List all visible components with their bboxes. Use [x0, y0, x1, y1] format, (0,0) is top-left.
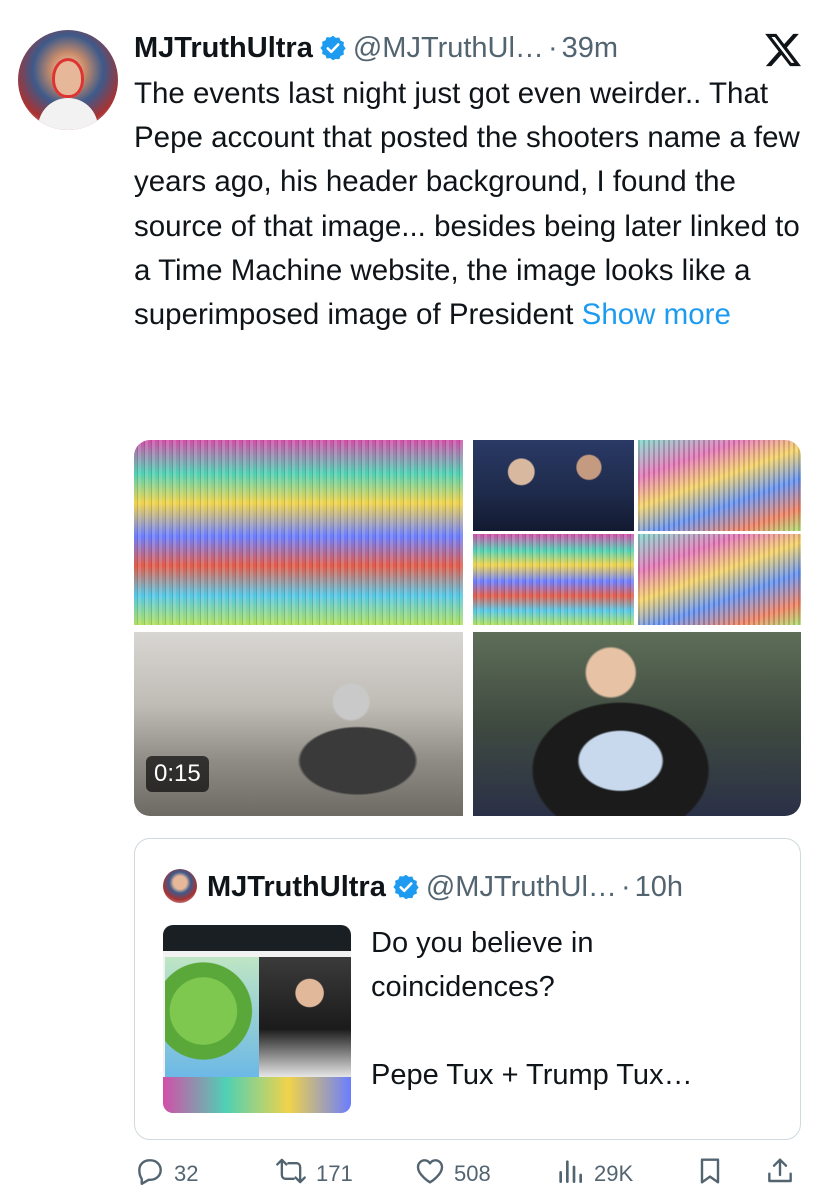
share-button[interactable] [764, 1154, 804, 1194]
media-grid: 0:15 [134, 440, 801, 816]
show-more-link[interactable]: Show more [582, 298, 731, 331]
media-collage-crowd[interactable] [473, 440, 634, 531]
like-count: 508 [454, 1161, 491, 1186]
quote-author-name: MJTruthUltra [207, 870, 386, 903]
media-glitch-image[interactable] [134, 440, 463, 625]
thumb-tux-photo [259, 957, 351, 1077]
reply-icon [134, 1155, 174, 1193]
bookmark-button[interactable] [694, 1154, 734, 1194]
verified-badge-icon [319, 34, 347, 62]
quote-author-handle: @MJTruthUl… [425, 870, 617, 903]
header-separator: · [547, 31, 558, 64]
quote-header-separator: · [620, 870, 631, 903]
tweet-body: The events last night just got even weir… [134, 77, 800, 332]
media-collage-glitch-bottom-left[interactable] [473, 534, 634, 625]
quote-tweet-card[interactable]: MJTruthUltra @MJTruthUl… · 10h Do you be… [134, 838, 801, 1140]
share-icon [764, 1155, 804, 1193]
x-logo-icon[interactable] [763, 30, 803, 70]
tweet-header: MJTruthUltra @MJTruthUl… · 39m [134, 28, 804, 68]
tweet-text: The events last night just got even weir… [134, 72, 804, 337]
thumb-header-bar [163, 925, 351, 951]
views-icon [554, 1155, 594, 1193]
quote-time: 10h [634, 870, 683, 903]
thumb-pepe-image [165, 957, 261, 1077]
repost-count: 171 [316, 1161, 353, 1186]
media-collage-glitch-bottom-right[interactable] [638, 534, 801, 625]
like-button[interactable]: 508 [414, 1154, 491, 1194]
author-name[interactable]: MJTruthUltra [134, 32, 313, 65]
author-avatar[interactable] [18, 30, 118, 130]
quote-media-thumbnail[interactable] [163, 925, 351, 1113]
quote-author-avatar [163, 869, 197, 903]
quote-text: Do you believe in coincidences? Pepe Tux… [371, 927, 693, 1091]
thumb-glitch-strip [163, 1077, 351, 1113]
reply-button[interactable]: 32 [134, 1154, 198, 1194]
bookmark-icon [694, 1155, 734, 1193]
avatar-face [52, 58, 84, 98]
like-icon [414, 1155, 454, 1193]
reply-count: 32 [174, 1161, 199, 1186]
media-video-thumbnail[interactable]: 0:15 [134, 632, 463, 816]
repost-icon [274, 1155, 316, 1193]
tweet-time[interactable]: 39m [562, 32, 618, 65]
video-duration: 0:15 [146, 756, 209, 792]
views-count: 29K [594, 1161, 634, 1186]
quote-header: MJTruthUltra @MJTruthUl… · 10h [207, 867, 787, 907]
media-photo-agent[interactable] [473, 632, 801, 816]
views-button[interactable]: 29K [554, 1154, 633, 1194]
avatar-body [38, 98, 98, 130]
action-bar: 32 171 508 29K [134, 1154, 804, 1194]
author-handle[interactable]: @MJTruthUl… [353, 32, 544, 65]
repost-button[interactable]: 171 [274, 1154, 353, 1194]
verified-badge-icon [392, 873, 420, 901]
media-collage-glitch-top[interactable] [638, 440, 801, 531]
